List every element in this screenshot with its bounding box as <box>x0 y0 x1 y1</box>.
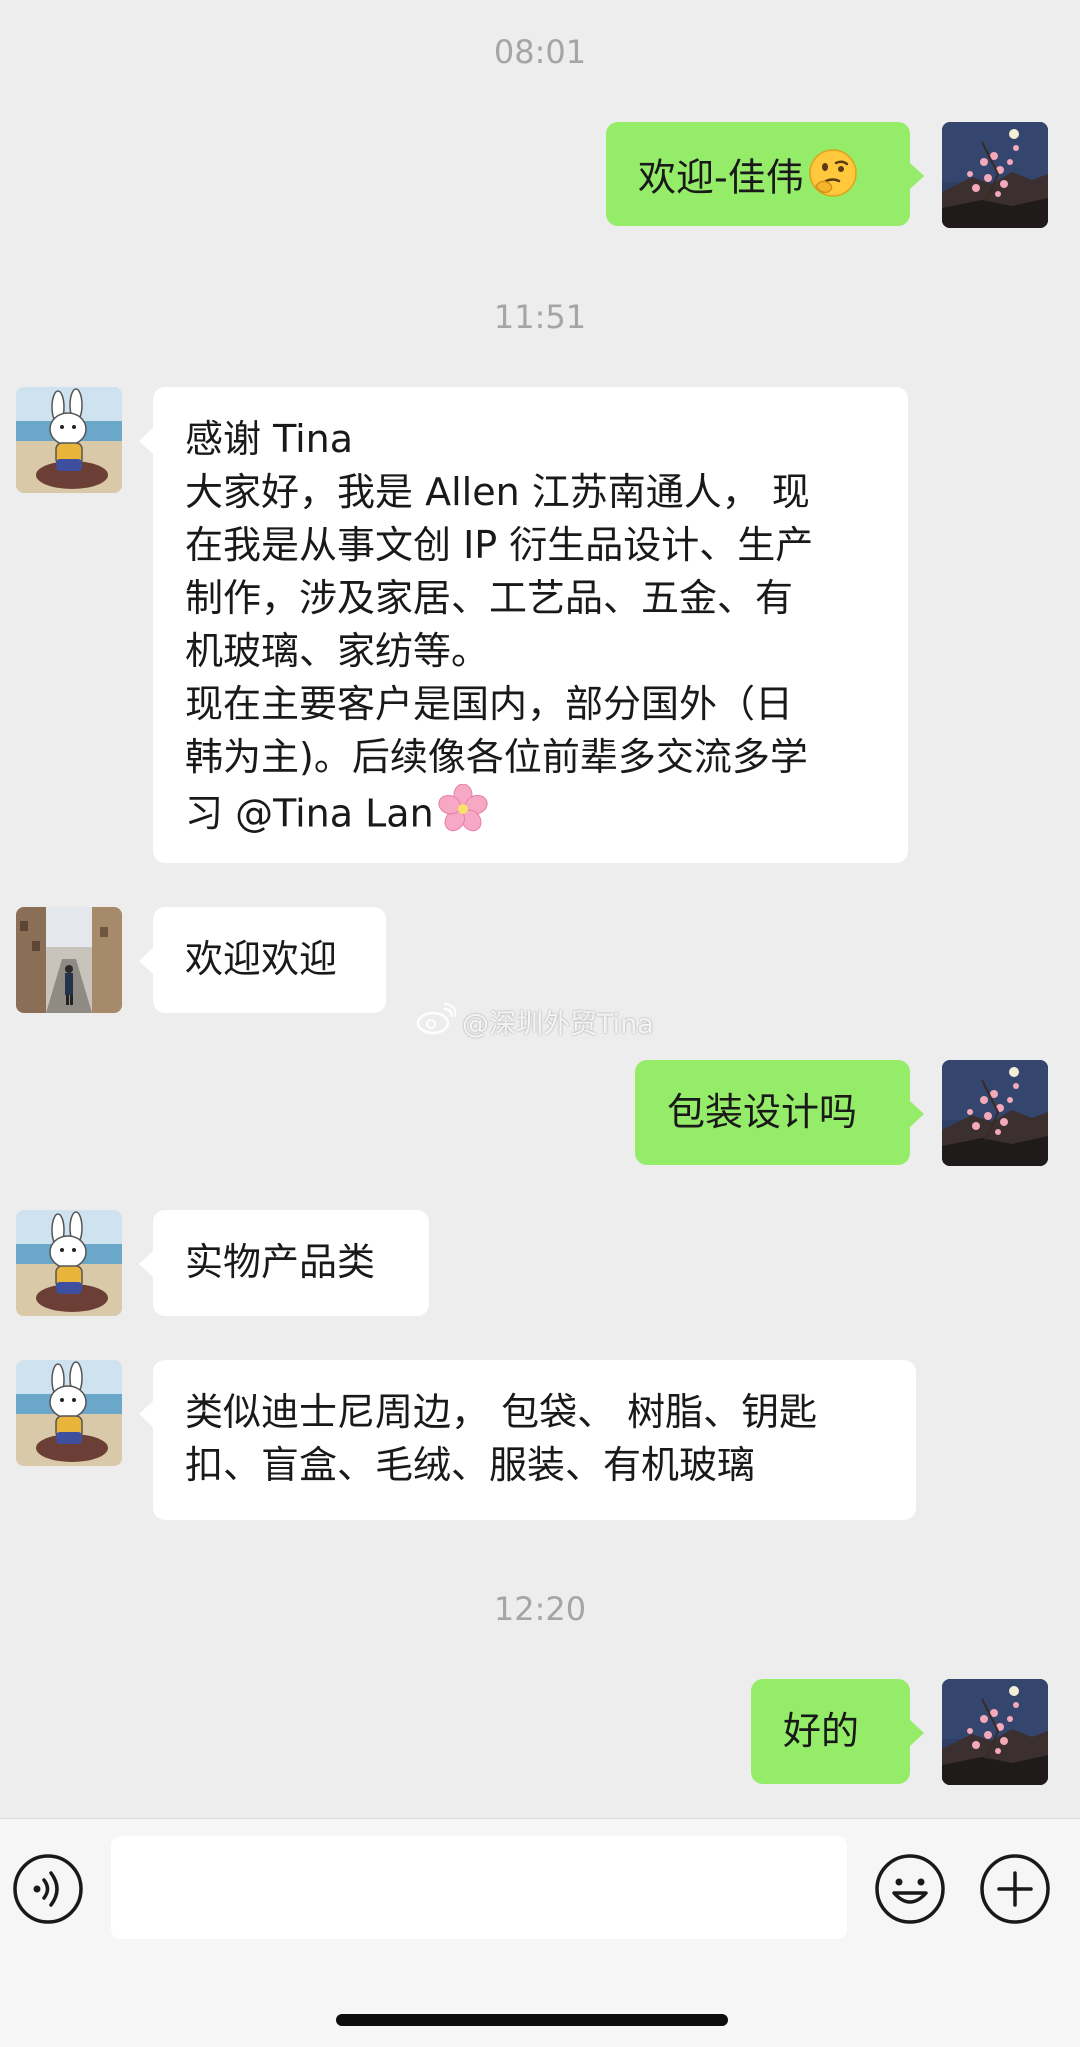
message-bubble-incoming[interactable]: 感谢 Tina 大家好，我是 Allen 江苏南通人， 现 在我是从事文创 IP… <box>139 387 908 863</box>
watermark: @深圳外贸Tina <box>416 1003 654 1047</box>
thinking-face-emoji <box>808 148 858 212</box>
message-line: 韩为主)。后续像各位前辈多交流多学 <box>185 735 808 779</box>
message-line: 扣、盲盒、毛绒、服装、有机玻璃 <box>185 1443 756 1487</box>
contact-avatar-rabbit[interactable] <box>16 1360 122 1466</box>
message-bubble-outgoing[interactable]: 好的 <box>751 1679 924 1784</box>
chat-area[interactable]: 08:01 欢迎-佳伟 11:51 感谢 Tina 大家好，我是 Allen 江… <box>0 0 1080 1818</box>
message-text: 好的 <box>783 1709 860 1753</box>
message-line: 感谢 Tina <box>185 417 354 461</box>
home-indicator <box>336 2014 728 2026</box>
message-line: 习 @Tina Lan <box>185 791 434 836</box>
contact-avatar-rabbit[interactable] <box>16 387 122 493</box>
message-text: 实物产品类 <box>185 1240 376 1284</box>
message-input[interactable] <box>111 1836 847 1939</box>
message-line: 大家好，我是 Allen 江苏南通人， 现 <box>185 470 810 514</box>
message-line: 机玻璃、家纺等。 <box>185 629 490 673</box>
timestamp: 12:20 <box>493 1590 587 1628</box>
message-line: 类似迪士尼周边， 包袋、 树脂、钥匙 <box>185 1390 818 1434</box>
message-text: 包装设计吗 <box>667 1090 858 1134</box>
emoji-icon[interactable] <box>874 1853 946 1925</box>
message-bubble-incoming[interactable]: 欢迎欢迎 <box>139 907 386 1013</box>
my-avatar[interactable] <box>942 1679 1048 1785</box>
input-bar <box>0 1818 1080 2047</box>
message-bubble-outgoing[interactable]: 包装设计吗 <box>635 1060 924 1165</box>
timestamp: 11:51 <box>493 298 587 336</box>
message-bubble-outgoing[interactable]: 欢迎-佳伟 <box>606 122 924 226</box>
timestamp: 08:01 <box>493 33 587 71</box>
message-bubble-incoming[interactable]: 类似迪士尼周边， 包袋、 树脂、钥匙 扣、盲盒、毛绒、服装、有机玻璃 <box>139 1360 916 1520</box>
message-text: 欢迎-佳伟 <box>638 155 804 200</box>
voice-icon[interactable] <box>12 1853 84 1925</box>
weibo-icon <box>416 1003 457 1047</box>
plus-icon[interactable] <box>979 1853 1051 1925</box>
message-line: 在我是从事文创 IP 衍生品设计、生产 <box>185 523 814 567</box>
my-avatar[interactable] <box>942 1060 1048 1166</box>
message-bubble-incoming[interactable]: 实物产品类 <box>139 1210 429 1316</box>
message-line: 制作，涉及家居、工艺品、五金、有 <box>185 576 794 620</box>
contact-avatar-rabbit[interactable] <box>16 1210 122 1316</box>
message-text: 欢迎欢迎 <box>185 937 338 981</box>
my-avatar[interactable] <box>942 122 1048 228</box>
cherry-blossom-emoji <box>438 783 488 848</box>
message-line: 现在主要客户是国内，部分国外（日 <box>185 682 794 726</box>
contact-avatar-street[interactable] <box>16 907 122 1013</box>
watermark-text: @深圳外贸Tina <box>462 1009 654 1040</box>
